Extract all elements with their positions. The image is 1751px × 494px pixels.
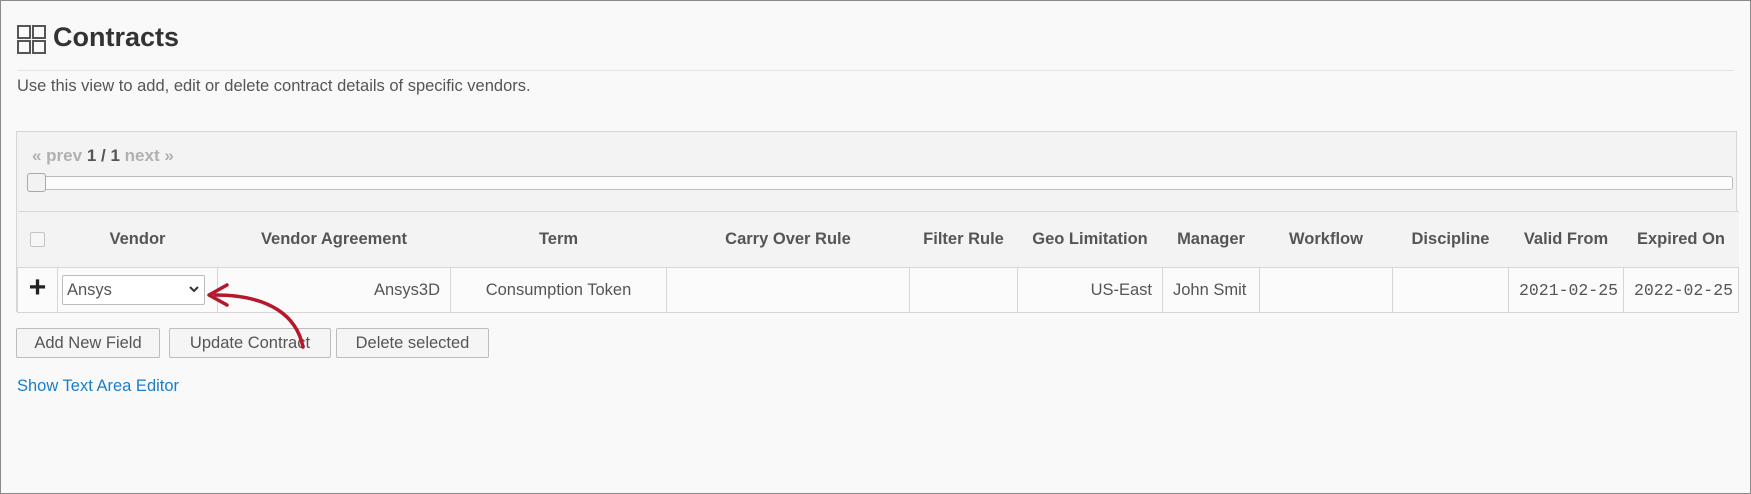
discipline-cell[interactable] (1392, 267, 1509, 313)
term-cell[interactable]: Consumption Token (450, 267, 667, 313)
delete-selected-button[interactable]: Delete selected (336, 328, 489, 358)
column-header-term[interactable]: Term (450, 211, 667, 268)
page-slider-handle[interactable] (27, 173, 46, 192)
page-title: Contracts (53, 22, 180, 52)
contracts-table: Vendor Vendor Agreement Term Carry Over … (17, 211, 1739, 313)
chevron-down-icon (189, 286, 199, 293)
vendor-select[interactable]: Ansys (62, 275, 205, 305)
pager: « prev 1 / 1 next » (32, 146, 174, 166)
contracts-window: Contracts Use this view to add, edit or … (0, 0, 1751, 494)
add-new-field-button[interactable]: Add New Field (16, 328, 160, 358)
contracts-panel: « prev 1 / 1 next » Vendor Vendor Agreem… (16, 131, 1739, 313)
plus-icon[interactable]: + (29, 273, 47, 303)
geo-limitation-cell[interactable]: US-East (1017, 267, 1163, 313)
page-description: Use this view to add, edit or delete con… (17, 77, 531, 95)
workflow-cell[interactable] (1259, 267, 1393, 313)
column-header-valid-from[interactable]: Valid From (1508, 211, 1624, 268)
show-text-area-editor-link[interactable]: Show Text Area Editor (17, 377, 179, 396)
vendor-select-value: Ansys (67, 281, 112, 299)
page-indicator: 1 / 1 (86, 146, 120, 165)
filter-rule-cell[interactable] (909, 267, 1018, 313)
expired-on-cell[interactable]: 2022-02-25 (1623, 267, 1739, 313)
table-header-row: Vendor Vendor Agreement Term Carry Over … (17, 211, 1739, 268)
column-header-carry-over-rule[interactable]: Carry Over Rule (666, 211, 910, 268)
column-header-geo-limitation[interactable]: Geo Limitation (1017, 211, 1163, 268)
column-header-workflow[interactable]: Workflow (1259, 211, 1393, 268)
column-header-manager[interactable]: Manager (1162, 211, 1260, 268)
select-all-checkbox[interactable] (30, 232, 45, 248)
update-contract-button[interactable]: Update Contract (169, 328, 331, 358)
vendor-agreement-cell[interactable]: Ansys3D (217, 267, 451, 313)
next-page-link[interactable]: next » (125, 146, 174, 165)
page-header: Contracts (17, 19, 1734, 71)
page-slider[interactable] (29, 176, 1733, 190)
table-row: + Ansys Ansys3D Consumption Token US-Eas… (17, 267, 1739, 313)
column-header-vendor[interactable]: Vendor (57, 211, 218, 268)
add-row-cell: + (17, 267, 58, 313)
column-header-filter-rule[interactable]: Filter Rule (909, 211, 1018, 268)
column-header-vendor-agreement[interactable]: Vendor Agreement (217, 211, 451, 268)
carry-over-rule-cell[interactable] (666, 267, 910, 313)
column-header-discipline[interactable]: Discipline (1392, 211, 1509, 268)
column-header-expired-on[interactable]: Expired On (1623, 211, 1739, 268)
dashboard-grid-icon (17, 25, 46, 54)
manager-cell[interactable]: John Smit (1162, 267, 1260, 313)
valid-from-cell[interactable]: 2021-02-25 (1508, 267, 1624, 313)
prev-page-link[interactable]: « prev (32, 146, 82, 165)
vendor-cell: Ansys (57, 267, 218, 313)
select-all-cell (17, 211, 58, 268)
